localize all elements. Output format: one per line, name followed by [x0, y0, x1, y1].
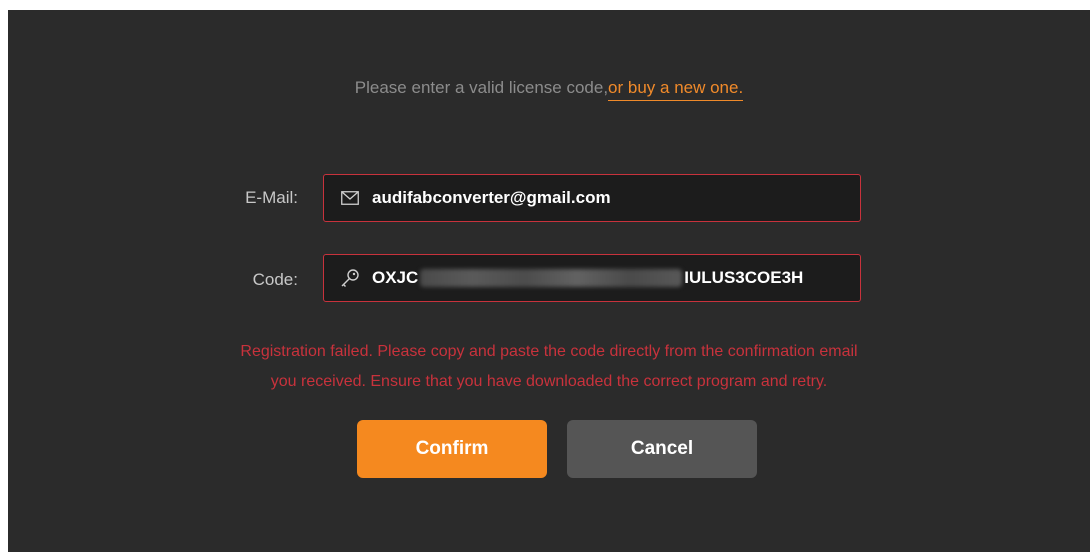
email-field[interactable]: audifabconverter@gmail.com	[323, 174, 861, 222]
code-label: Code:	[252, 270, 298, 289]
confirm-button[interactable]: Confirm	[357, 420, 547, 478]
error-line-2: you received. Ensure that you have downl…	[270, 373, 828, 390]
registration-error: Registration failed. Please copy and pas…	[8, 337, 1090, 397]
code-value: OXJC IULUS3COE3H	[372, 268, 803, 288]
redacted-code-segment	[420, 269, 683, 287]
error-line-1: Registration failed. Please copy and pas…	[240, 343, 858, 360]
mail-icon	[340, 188, 360, 208]
license-prompt: Please enter a valid license code,or buy…	[8, 78, 1090, 101]
email-value: audifabconverter@gmail.com	[372, 188, 611, 207]
buy-new-link[interactable]: or buy a new one.	[608, 78, 744, 101]
email-label: E-Mail:	[245, 188, 298, 207]
cancel-button[interactable]: Cancel	[567, 420, 757, 478]
license-dialog: Please enter a valid license code,or buy…	[8, 10, 1090, 552]
code-value-start: OXJC	[372, 268, 419, 287]
prompt-text: Please enter a valid license code,	[354, 78, 609, 97]
code-value-end: IULUS3COE3H	[684, 268, 804, 287]
code-field[interactable]: OXJC IULUS3COE3H	[323, 254, 861, 302]
key-icon	[340, 268, 360, 288]
